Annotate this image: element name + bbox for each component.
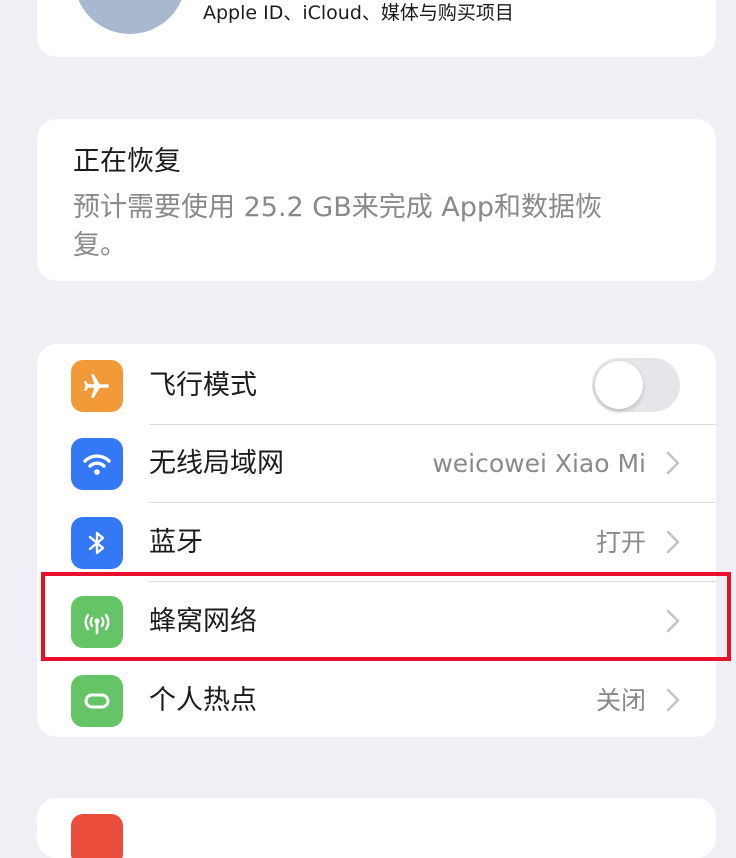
chevron-right-icon	[666, 688, 680, 712]
next-settings-group	[37, 798, 716, 858]
personal-hotspot-label: 个人热点	[149, 685, 257, 716]
airplane-mode-toggle[interactable]	[592, 358, 680, 412]
chevron-right-icon	[666, 451, 680, 475]
airplane-mode-label: 飞行模式	[149, 370, 257, 401]
bluetooth-status: 打开	[595, 528, 646, 557]
restore-card[interactable]: 正在恢复 预计需要使用 25.2 GB来完成 App和数据恢复。	[37, 119, 716, 281]
settings-row-bluetooth[interactable]: 蓝牙 打开	[37, 503, 716, 582]
cellular-antenna-icon	[71, 596, 123, 648]
airplane-icon	[71, 360, 123, 412]
settings-row-airplane-mode: 飞行模式	[37, 346, 716, 425]
avatar	[74, 0, 186, 34]
notifications-icon	[71, 814, 123, 858]
settings-row-personal-hotspot[interactable]: 个人热点 关闭	[37, 661, 716, 737]
wifi-label: 无线局域网	[149, 448, 284, 479]
settings-row-wifi[interactable]: 无线局域网 weicowei Xiao Mi	[37, 424, 716, 503]
toggle-knob	[595, 361, 643, 409]
apple-id-subtitle: Apple ID、iCloud、媒体与购买项目	[203, 2, 514, 24]
chevron-right-icon	[666, 609, 680, 633]
restore-description: 预计需要使用 25.2 GB来完成 App和数据恢复。	[73, 192, 603, 261]
bluetooth-label: 蓝牙	[149, 527, 203, 558]
settings-row-cellular[interactable]: 蜂窝网络	[37, 582, 716, 661]
restore-title: 正在恢复	[73, 146, 181, 177]
connectivity-settings-group: 飞行模式 无线局域网 weicowei Xiao Mi 蓝牙 打开 蜂窝网络 个…	[37, 344, 716, 737]
wifi-network-name: weicowei Xiao Mi	[432, 449, 646, 478]
hotspot-icon	[71, 675, 123, 727]
cellular-label: 蜂窝网络	[149, 606, 257, 637]
apple-id-card[interactable]: Apple ID、iCloud、媒体与购买项目	[37, 0, 716, 57]
bluetooth-icon	[71, 517, 123, 569]
personal-hotspot-status: 关闭	[595, 686, 646, 715]
chevron-right-icon	[666, 530, 680, 554]
wifi-icon	[71, 438, 123, 490]
